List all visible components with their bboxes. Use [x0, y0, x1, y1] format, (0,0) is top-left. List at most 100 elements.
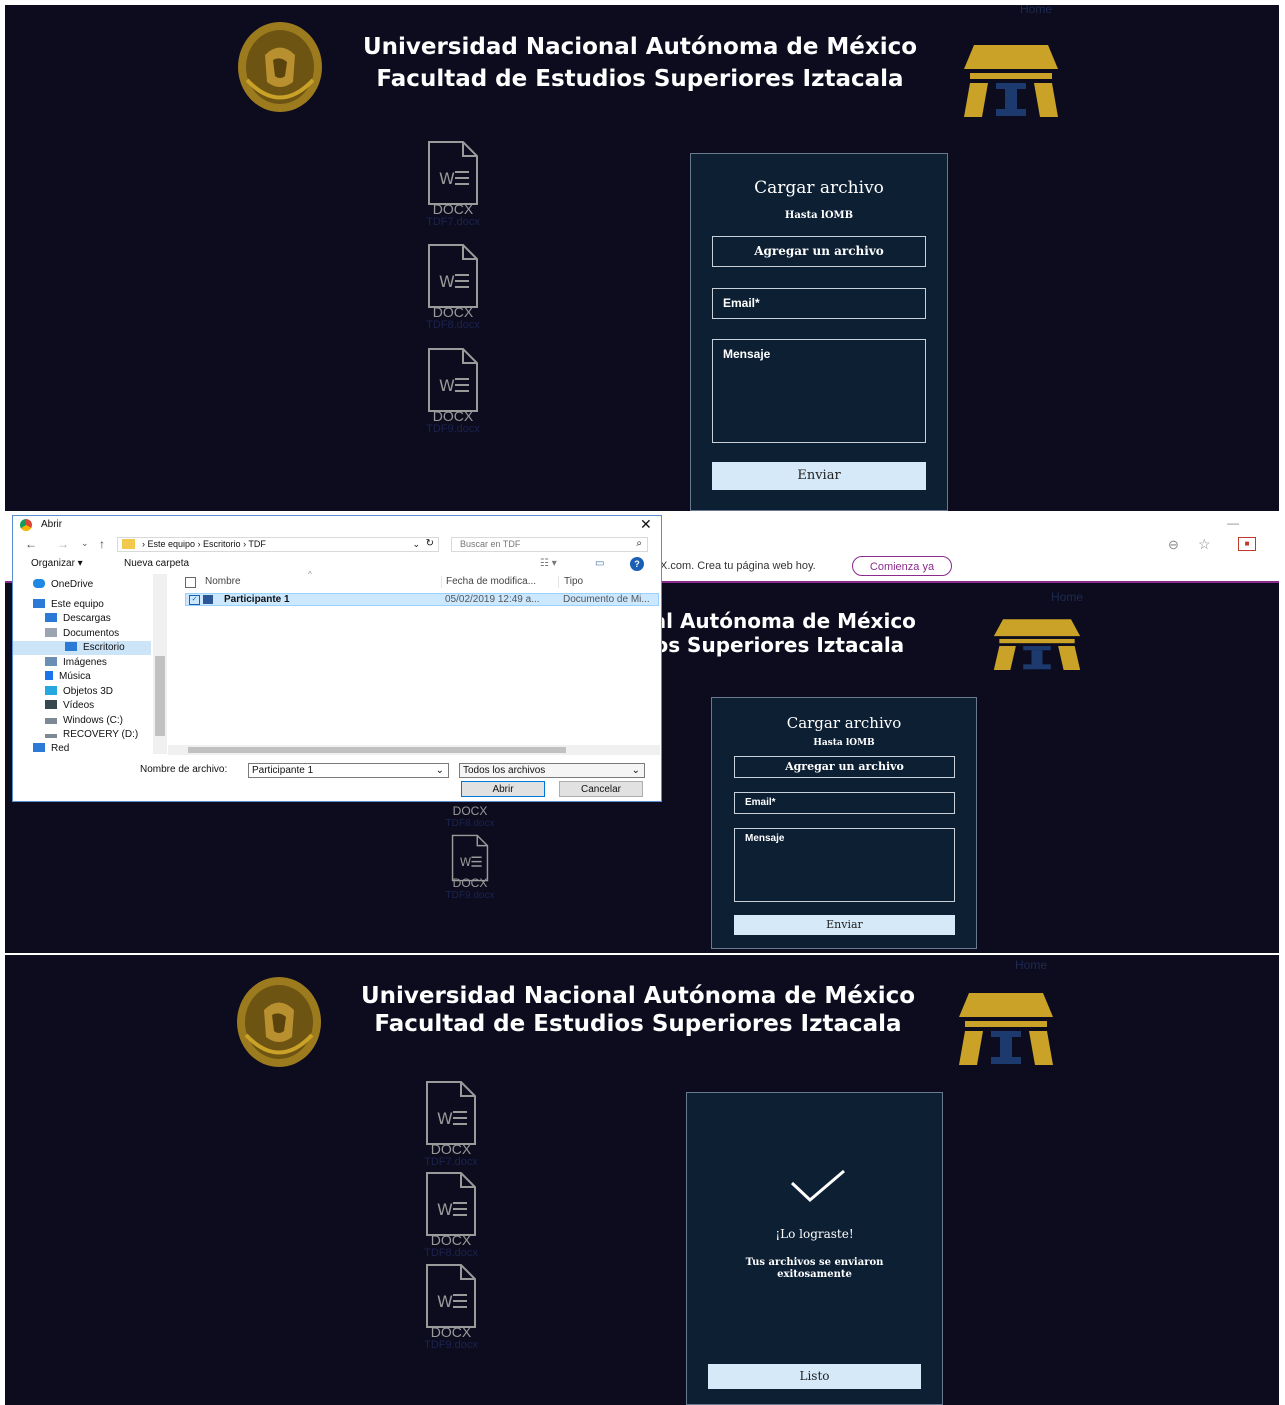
cube-icon: [45, 686, 57, 695]
file-name: TDF9.docx: [445, 890, 495, 901]
svg-text:W: W: [437, 1292, 453, 1311]
forward-icon[interactable]: →: [57, 537, 69, 551]
email-field[interactable]: Email*: [712, 288, 926, 319]
message-field[interactable]: Mensaje: [712, 339, 926, 443]
file-type: DOCX: [452, 876, 488, 890]
file-type-filter[interactable]: Todos los archivos ⌄: [459, 763, 645, 778]
chevron-down-icon[interactable]: ⌄: [632, 764, 640, 777]
nav-documents[interactable]: Documentos: [45, 627, 119, 641]
nav-3d-objects[interactable]: Objetos 3D: [45, 685, 113, 699]
docx-file-icon: W: [451, 834, 489, 882]
faculty-title: Facultad de Estudios Superiores Iztacala: [374, 1011, 902, 1037]
docx-file-icon: W: [428, 244, 478, 308]
checkbox-checked-icon[interactable]: ✓: [189, 595, 200, 605]
nav-music[interactable]: Música: [45, 670, 91, 684]
filename-input[interactable]: Participante 1 ⌄: [248, 763, 449, 778]
minimize-icon[interactable]: —: [1227, 516, 1239, 530]
file-item[interactable]: W DOCX TDF7.docx: [416, 1080, 486, 1180]
chevron-down-icon[interactable]: ⌄: [436, 764, 444, 777]
cancel-button[interactable]: Cancelar: [559, 781, 643, 797]
dialog-title: Abrir: [41, 519, 63, 530]
preview-pane-icon[interactable]: ▭: [595, 558, 604, 569]
upload-limit: Hasta lOMB: [813, 738, 875, 748]
email-field[interactable]: Email*: [734, 792, 955, 814]
unam-seal-logo: [238, 22, 322, 112]
header-titles: Universidad Nacional Autónoma de México …: [333, 982, 943, 1038]
nav-desktop[interactable]: Escritorio: [13, 641, 151, 655]
file-item[interactable]: W DOCX TDF8.docx: [418, 243, 488, 343]
docx-file-icon: W: [428, 348, 478, 412]
horizontal-scrollbar[interactable]: [168, 745, 660, 755]
add-file-button[interactable]: Agregar un archivo: [712, 236, 926, 267]
ad-start-button[interactable]: Comienza ya: [852, 556, 952, 576]
nav-drive-c[interactable]: Windows (C:): [45, 714, 123, 728]
home-link[interactable]: Home: [1020, 5, 1052, 16]
search-icon: ⌕: [636, 538, 642, 549]
bookmark-star-icon[interactable]: ☆: [1198, 536, 1211, 553]
documents-icon: [45, 628, 57, 637]
file-name: TDF8.docx: [426, 319, 480, 331]
breadcrumb-item[interactable]: TDF: [248, 539, 266, 549]
column-name[interactable]: Nombre: [205, 576, 241, 587]
address-bar[interactable]: › Este equipo › Escritorio › TDF ⌄ ↻: [117, 537, 439, 552]
search-placeholder: Buscar en TDF: [460, 539, 521, 549]
message-field[interactable]: Mensaje: [734, 828, 955, 902]
back-icon[interactable]: ←: [25, 537, 37, 551]
file-item[interactable]: W DOCX TDF9.docx: [435, 834, 505, 934]
success-message: Tus archivos se enviaron exitosamente: [745, 1257, 884, 1280]
drive-icon: [45, 734, 57, 738]
nav-this-pc[interactable]: Este equipo: [33, 598, 104, 612]
extension-icon[interactable]: ■: [1238, 537, 1256, 551]
nav-drive-d[interactable]: RECOVERY (D:): [45, 728, 138, 742]
unam-seal-logo: [237, 977, 321, 1067]
file-name: TDF9.docx: [426, 423, 480, 435]
svg-text:W: W: [439, 376, 455, 395]
breadcrumb-item[interactable]: Este equipo: [148, 539, 196, 549]
search-input[interactable]: Buscar en TDF ⌕: [451, 537, 648, 552]
nav-downloads[interactable]: Descargas: [45, 612, 111, 626]
file-item[interactable]: W DOCX TDF9.docx: [416, 1263, 486, 1363]
file-item[interactable]: W DOCX TDF8.docx: [416, 1171, 486, 1271]
open-button[interactable]: Abrir: [461, 781, 545, 797]
download-icon: [45, 613, 57, 622]
sort-up-icon: ^: [308, 570, 312, 579]
organize-menu[interactable]: Organizar ▾: [31, 558, 83, 569]
chrome-icon: [20, 519, 32, 531]
music-icon: [45, 671, 53, 680]
home-link[interactable]: Home: [1051, 590, 1083, 604]
nav-network[interactable]: Red: [33, 742, 69, 752]
column-type[interactable]: Tipo: [558, 576, 583, 588]
home-link[interactable]: Home: [1015, 958, 1047, 972]
svg-text:W: W: [437, 1200, 453, 1219]
view-options-icon[interactable]: ☷ ▾: [540, 558, 557, 569]
column-date[interactable]: Fecha de modifica...: [441, 576, 536, 588]
fesi-logo: [959, 993, 1053, 1065]
nav-onedrive[interactable]: OneDrive: [33, 578, 93, 592]
send-button[interactable]: Enviar: [734, 915, 955, 935]
upload-card: Cargar archivo Hasta lOMB Agregar un arc…: [690, 153, 948, 511]
nav-scrollbar[interactable]: [153, 574, 167, 754]
header-titles: Universidad Nacional Autónoma de México …: [335, 31, 945, 95]
nav-videos[interactable]: Vídeos: [45, 699, 94, 713]
breadcrumb-item[interactable]: Escritorio: [203, 539, 241, 549]
done-button[interactable]: Listo: [708, 1364, 921, 1389]
file-item[interactable]: W DOCX TDF7.docx: [418, 140, 488, 240]
file-item[interactable]: DOCX TDF8.docx: [435, 804, 505, 829]
up-icon[interactable]: ↑: [99, 537, 105, 551]
message-placeholder: Mensaje: [723, 347, 771, 361]
new-folder-button[interactable]: Nueva carpeta: [124, 558, 189, 569]
select-all-checkbox[interactable]: [185, 577, 196, 588]
table-row[interactable]: ✓ Participante 1 05/02/2019 12:49 a... D…: [185, 593, 659, 606]
chevron-down-icon[interactable]: ⌄: [412, 539, 420, 550]
success-title: ¡Lo lograste!: [775, 1227, 854, 1241]
add-file-button[interactable]: Agregar un archivo: [734, 756, 955, 778]
file-item[interactable]: W DOCX TDF9.docx: [418, 347, 488, 447]
refresh-icon[interactable]: ↻: [426, 538, 434, 549]
recent-dropdown-icon[interactable]: ⌄: [81, 538, 89, 549]
file-row-date: 05/02/2019 12:49 a...: [445, 594, 540, 605]
zoom-icon[interactable]: ⊖: [1168, 537, 1179, 553]
send-button[interactable]: Enviar: [712, 462, 926, 490]
nav-images[interactable]: Imágenes: [45, 656, 107, 670]
close-icon[interactable]: ✕: [640, 516, 652, 533]
help-icon[interactable]: ?: [630, 557, 644, 571]
